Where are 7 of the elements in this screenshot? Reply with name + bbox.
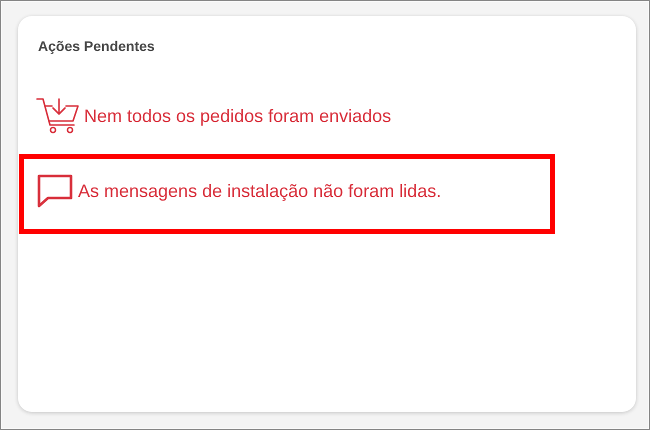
action-text: As mensagens de instalação não foram lidas. [78, 180, 442, 202]
cart-download-icon [36, 97, 80, 135]
action-text: Nem todos os pedidos foram enviados [84, 106, 392, 126]
card-title: Ações Pendentes [38, 38, 156, 54]
highlighted-action-item[interactable]: As mensagens de instalação não foram lidas. [19, 154, 555, 234]
action-item[interactable]: Nem todos os pedidos foram enviados [19, 92, 555, 140]
speech-bubble-icon [36, 173, 74, 209]
